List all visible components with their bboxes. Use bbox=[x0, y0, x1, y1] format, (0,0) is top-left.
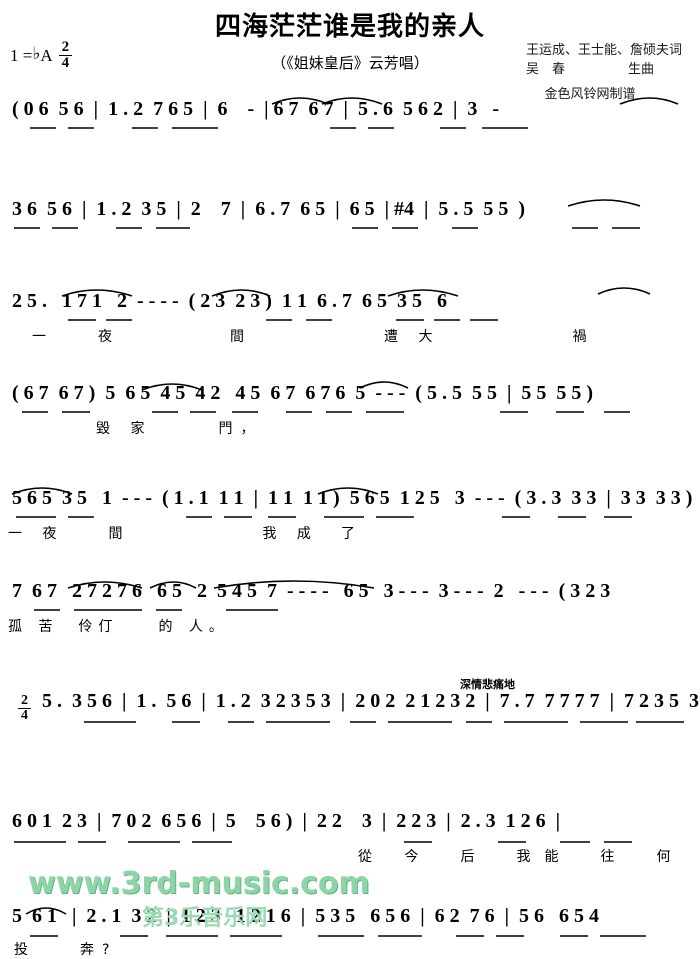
system-5-notes: 5 6 5 3 5 1 - - - ( 1 . 1 1 1 | 1 1 1 1 … bbox=[12, 487, 693, 509]
watermark-url: www.3rd-music.com bbox=[28, 866, 370, 901]
system-1-notes: ( 0 6 5 6 | 1 . 2 7 6 5 | 6 - | 6 7 6 7 … bbox=[12, 98, 500, 120]
system-3-notes: 2 5 . 1 7 1 2 - - - - ( 2 3 2 3 ) 1 1 6 … bbox=[12, 290, 447, 312]
time-signature-denominator: 4 bbox=[61, 55, 70, 71]
key-signature: 1 = ♭ A 2 4 bbox=[10, 40, 73, 71]
lyricist-credit: 王运成、王士能、詹硕夫词 bbox=[525, 43, 682, 58]
system-6-notes: 7 6 7 2 7 2 7 6 6 5 2 5 4 5 7 - - - - 6 … bbox=[12, 580, 611, 602]
system-8-lyrics: 從 今 后 我能 往 何 處 bbox=[358, 849, 685, 865]
composer-role: 生曲 bbox=[627, 61, 654, 77]
system-3-lyrics: 一 夜 間 遭 大 禍 bbox=[32, 329, 595, 345]
credits: 王运成、王士能、詹硕夫词 吴 春 生曲 金色风铃网制谱 bbox=[526, 42, 682, 105]
system-9-lyrics: 投 奔? bbox=[14, 942, 118, 958]
system-9-notes: 5 6 1 | 2 . 1 3 2 | 1 2 3 1 2 1 6 | 5 3 … bbox=[12, 905, 600, 927]
score-sheet: 四海茫茫谁是我的亲人 1 = ♭ A 2 4 （《姐妹皇后》云芳唱） 王运成、王… bbox=[0, 0, 700, 959]
subtitle: （《姐妹皇后》云芳唱） bbox=[271, 54, 429, 72]
system-7-notes: 5 . 3 5 6 | 1 . 5 6 | 1 . 2 3 2 3 5 3 | … bbox=[42, 690, 700, 712]
flat-icon: ♭ bbox=[32, 43, 41, 63]
time-signature-mid-denominator: 4 bbox=[21, 708, 28, 723]
system-2-notes: 3 6 5 6 | 1 . 2 3 5 | 2 7 | 6 . 7 6 5 | … bbox=[12, 198, 526, 220]
time-signature-mid-numerator: 2 bbox=[18, 694, 31, 709]
system-4-notes: ( 6 7 6 7 ) 5 6 5 4 5 4 2 4 5 6 7 6 7 6 … bbox=[12, 382, 594, 404]
key-prefix: 1 = bbox=[10, 45, 33, 65]
page-title: 四海茫茫谁是我的亲人 bbox=[214, 12, 485, 42]
system-4-lyrics: 毀 家 門， bbox=[96, 421, 263, 437]
time-signature: 2 4 bbox=[58, 40, 73, 71]
time-signature-mid: 2 4 bbox=[18, 694, 31, 723]
watermark-site: 第3乐音乐网 bbox=[142, 906, 268, 931]
key-letter: A bbox=[40, 45, 53, 65]
time-signature-numerator: 2 bbox=[58, 40, 73, 56]
engraver-credit: 金色风铃网制谱 bbox=[544, 86, 636, 102]
system-8-notes: 6 0 1 2 3 | 7 0 2 6 5 6 | 5 5 6 ) | 2 2 … bbox=[12, 810, 561, 832]
system-6-lyrics: 孤 苦 伶仃 的 人。 bbox=[8, 619, 229, 635]
composer-name: 吴 春 bbox=[525, 61, 565, 77]
composer-credit: 吴 春 生曲 bbox=[526, 61, 654, 80]
system-5-lyrics: 一 夜 間 我 成 了 bbox=[8, 526, 363, 542]
